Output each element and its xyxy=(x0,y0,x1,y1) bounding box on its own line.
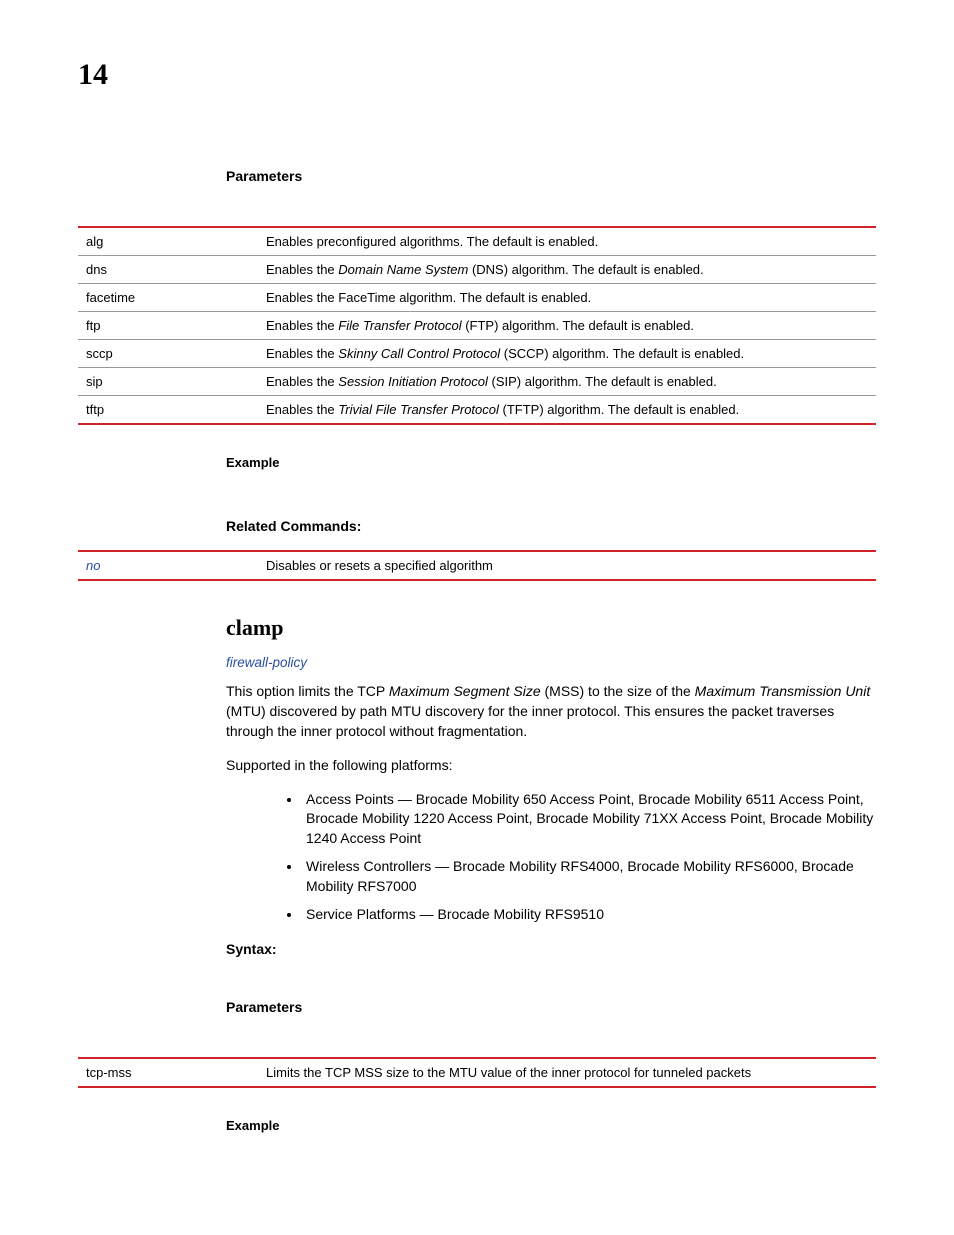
list-item: Wireless Controllers — Brocade Mobility … xyxy=(302,857,876,897)
param-desc: Enables preconfigured algorithms. The de… xyxy=(258,227,876,256)
parameters-table: alg Enables preconfigured algorithms. Th… xyxy=(78,226,876,425)
syntax-heading: Syntax: xyxy=(226,941,876,957)
param-key: facetime xyxy=(78,284,258,312)
page-number: 14 xyxy=(78,58,108,92)
param-desc: Enables the FaceTime algorithm. The defa… xyxy=(258,284,876,312)
table-row: sip Enables the Session Initiation Proto… xyxy=(78,368,876,396)
param-key: alg xyxy=(78,227,258,256)
related-command-desc: Disables or resets a specified algorithm xyxy=(258,551,876,580)
param-key: sip xyxy=(78,368,258,396)
parameters-heading: Parameters xyxy=(226,168,876,184)
platform-list: Access Points — Brocade Mobility 650 Acc… xyxy=(302,790,876,925)
table-row: dns Enables the Domain Name System (DNS)… xyxy=(78,256,876,284)
firewall-policy-link[interactable]: firewall-policy xyxy=(226,655,876,670)
table-row: no Disables or resets a specified algori… xyxy=(78,551,876,580)
param-desc: Enables the Trivial File Transfer Protoc… xyxy=(258,396,876,425)
related-commands-heading: Related Commands: xyxy=(226,518,876,534)
list-item: Service Platforms — Brocade Mobility RFS… xyxy=(302,905,876,925)
table-row: ftp Enables the File Transfer Protocol (… xyxy=(78,312,876,340)
parameters-table: tcp-mss Limits the TCP MSS size to the M… xyxy=(78,1057,876,1088)
table-row: tftp Enables the Trivial File Transfer P… xyxy=(78,396,876,425)
supported-label: Supported in the following platforms: xyxy=(226,756,876,776)
param-key: ftp xyxy=(78,312,258,340)
table-row: tcp-mss Limits the TCP MSS size to the M… xyxy=(78,1058,876,1087)
table-row: facetime Enables the FaceTime algorithm.… xyxy=(78,284,876,312)
related-command-link[interactable]: no xyxy=(86,558,100,573)
param-desc: Enables the Skinny Call Control Protocol… xyxy=(258,340,876,368)
parameters-heading: Parameters xyxy=(226,999,876,1015)
related-commands-table: no Disables or resets a specified algori… xyxy=(78,550,876,581)
param-key: sccp xyxy=(78,340,258,368)
param-key: dns xyxy=(78,256,258,284)
param-key: tftp xyxy=(78,396,258,425)
param-desc: Enables the Domain Name System (DNS) alg… xyxy=(258,256,876,284)
page-content: Parameters alg Enables preconfigured alg… xyxy=(78,168,876,1147)
example-heading: Example xyxy=(226,1118,876,1133)
description-text: This option limits the TCP Maximum Segme… xyxy=(226,682,876,742)
list-item: Access Points — Brocade Mobility 650 Acc… xyxy=(302,790,876,850)
table-row: sccp Enables the Skinny Call Control Pro… xyxy=(78,340,876,368)
param-key: tcp-mss xyxy=(78,1058,258,1087)
param-desc: Enables the Session Initiation Protocol … xyxy=(258,368,876,396)
example-heading: Example xyxy=(226,455,876,470)
param-desc: Limits the TCP MSS size to the MTU value… xyxy=(258,1058,876,1087)
section-heading-clamp: clamp xyxy=(226,615,876,641)
table-row: alg Enables preconfigured algorithms. Th… xyxy=(78,227,876,256)
param-desc: Enables the File Transfer Protocol (FTP)… xyxy=(258,312,876,340)
